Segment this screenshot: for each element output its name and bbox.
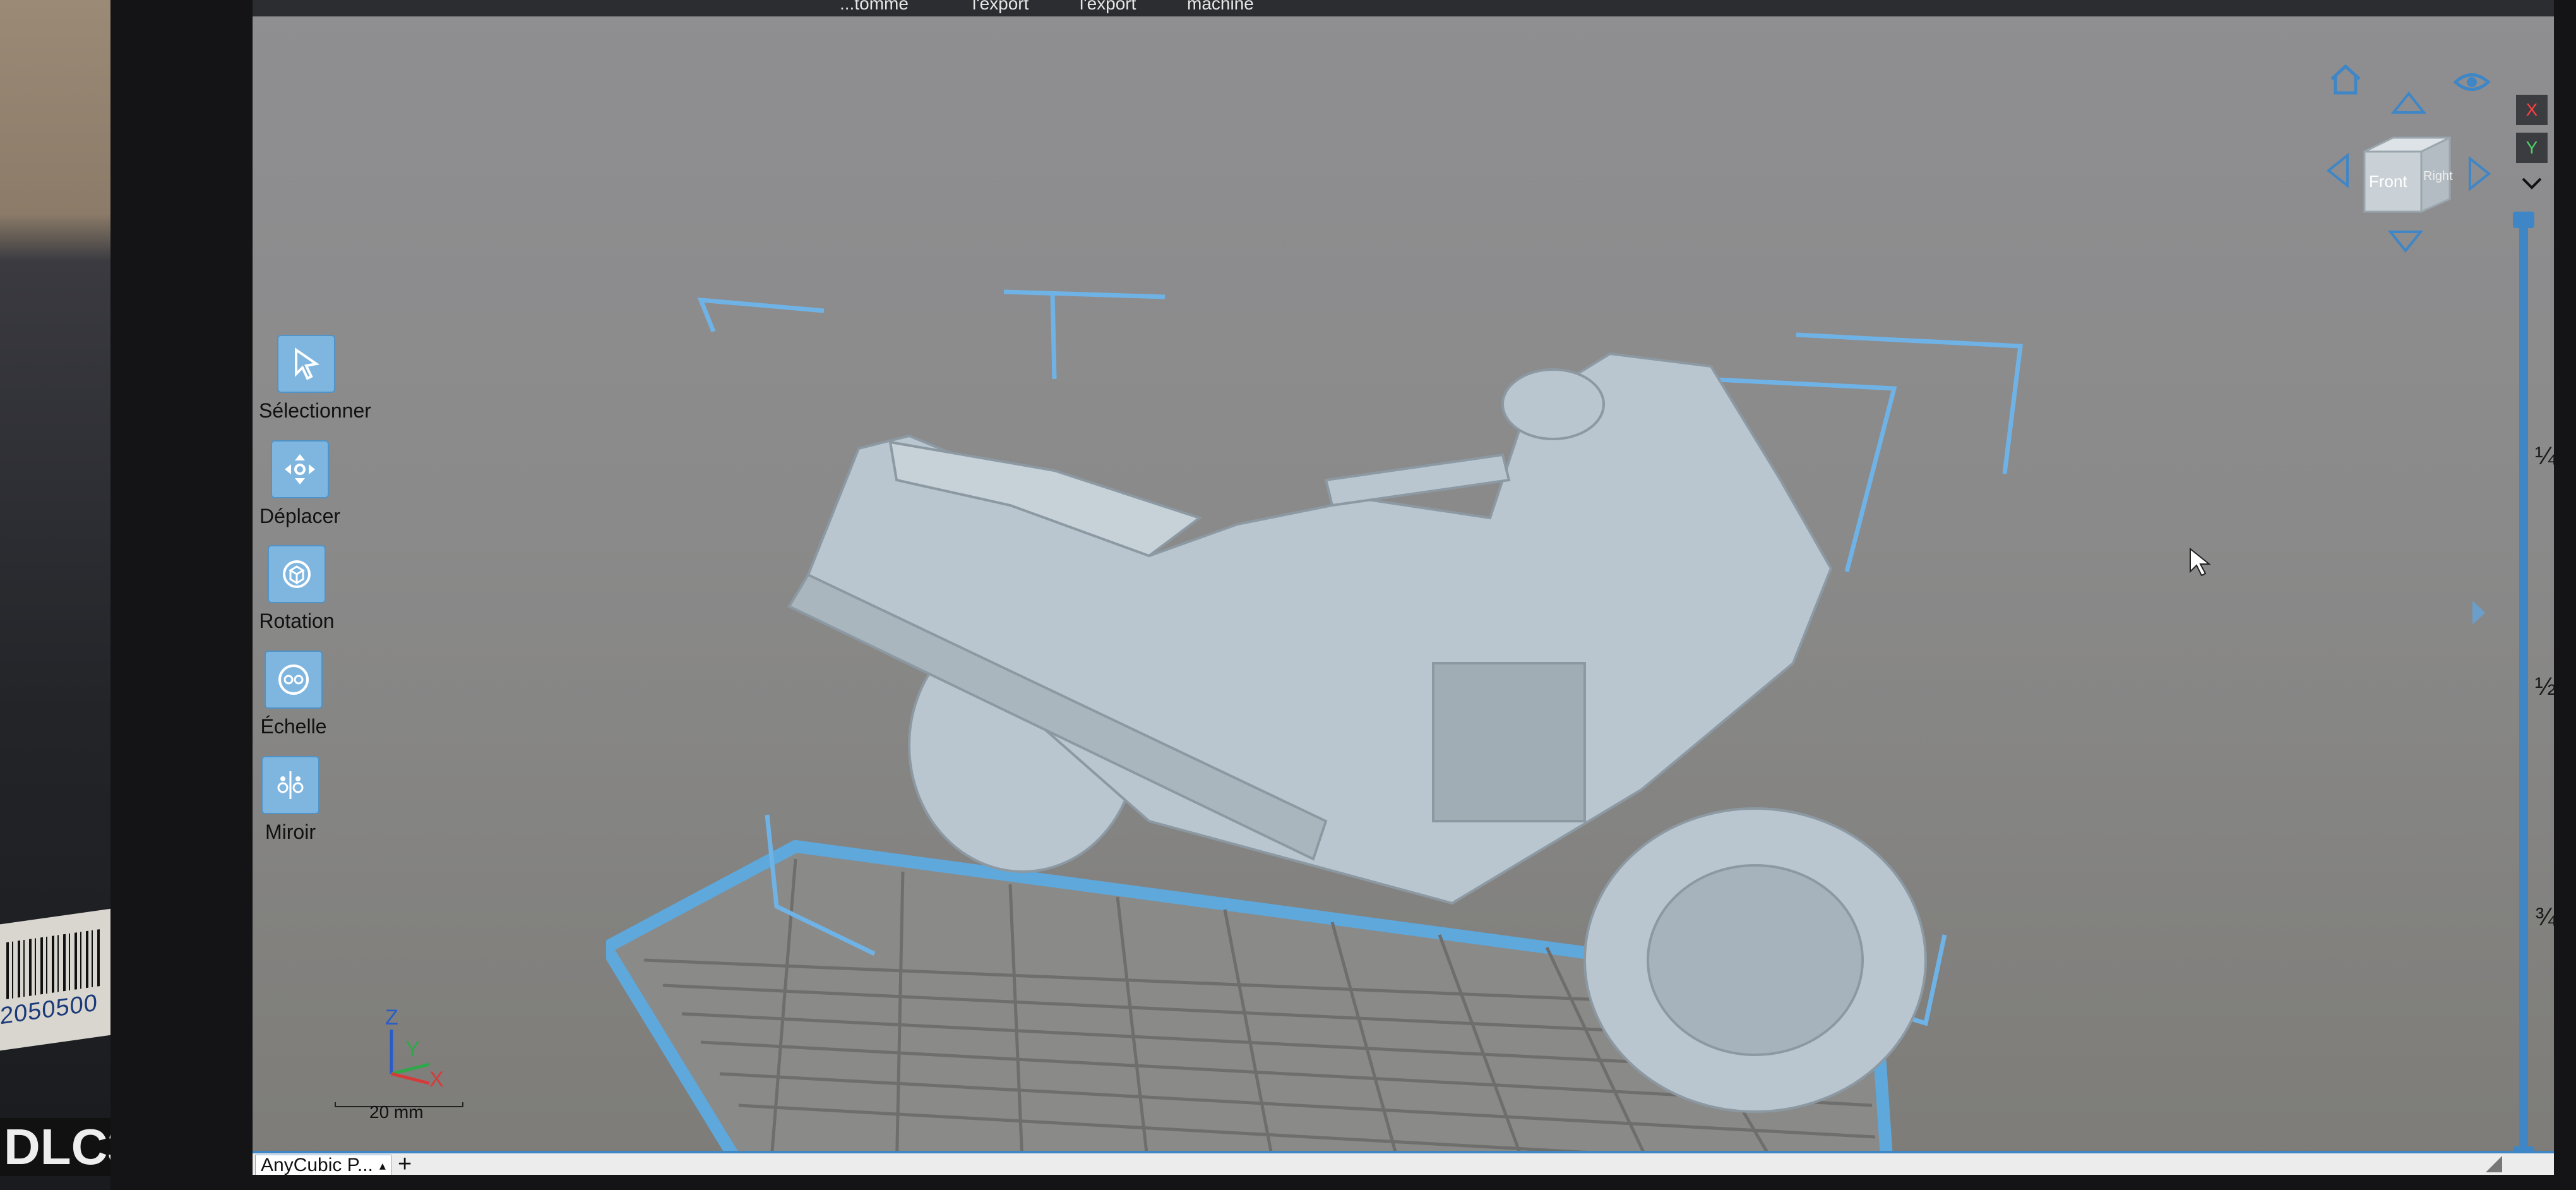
- scale-icon[interactable]: [265, 651, 323, 709]
- rotate-icon[interactable]: [268, 545, 326, 603]
- layer-mark-three-quarter: ¾: [2535, 903, 2554, 931]
- model-motorcycle[interactable]: [787, 352, 1927, 1113]
- mirror-icon[interactable]: [261, 756, 319, 814]
- tool-scale[interactable]: Échelle: [253, 651, 341, 738]
- axes-gizmo: Z Y X: [385, 1006, 444, 1091]
- add-machine-button[interactable]: +: [398, 1151, 412, 1175]
- layer-mark-half: ½: [2535, 673, 2554, 700]
- slicer-window: ...tomme l'export l'export machine Sélec…: [253, 0, 2554, 1175]
- handlebar: [1324, 453, 1511, 507]
- tool-mirror[interactable]: Miroir: [253, 756, 338, 844]
- sort-arrows-icon: ▴: [379, 1158, 386, 1173]
- layer-mark-quarter: ¼: [2535, 442, 2554, 470]
- layer-slider-top-handle[interactable]: [2513, 212, 2534, 228]
- axis-x-label: X: [429, 1067, 444, 1091]
- engine: [1432, 662, 1586, 822]
- machine-select-value: AnyCubic P...: [261, 1155, 373, 1175]
- view-cube-front-label: Front: [2369, 172, 2407, 191]
- tool-select[interactable]: Sélectionner: [259, 335, 371, 423]
- visibility-eye-icon[interactable]: [2453, 66, 2491, 98]
- layer-slider[interactable]: [2519, 218, 2528, 1159]
- move-cross-icon[interactable]: [271, 440, 329, 498]
- front-brake-disc: [1647, 864, 1864, 1056]
- axis-y-label: Y: [405, 1037, 420, 1061]
- view-up-arrow-icon[interactable]: [2390, 88, 2428, 117]
- view-down-arrow-icon[interactable]: [2387, 227, 2424, 256]
- mirror: [1501, 368, 1605, 440]
- viewport[interactable]: [253, 0, 2554, 1175]
- axis-z-label: Z: [385, 1006, 398, 1030]
- machine-select[interactable]: AnyCubic P... ▴: [255, 1155, 391, 1175]
- resize-grip-icon[interactable]: [2484, 1155, 2503, 1174]
- scale-bar-label: 20 mm: [369, 1102, 424, 1122]
- home-view-icon[interactable]: [2327, 60, 2364, 98]
- view-right-arrow-icon[interactable]: [2466, 155, 2494, 193]
- tool-rotate-label: Rotation: [259, 610, 335, 632]
- axis-tag-y: Y: [2516, 133, 2548, 163]
- tool-move[interactable]: Déplacer: [253, 440, 347, 528]
- barcode-icon: [6, 929, 101, 999]
- tool-scale-label: Échelle: [260, 715, 327, 738]
- panel-expand-arrow-icon[interactable]: [2469, 597, 2488, 628]
- view-left-arrow-icon[interactable]: [2323, 152, 2352, 189]
- tool-move-label: Déplacer: [259, 505, 341, 527]
- axis-tag-x: X: [2516, 95, 2548, 125]
- chevron-down-icon[interactable]: [2519, 174, 2544, 193]
- barcode-label: 2050500: [0, 907, 120, 1051]
- tool-select-label: Sélectionner: [259, 399, 371, 422]
- cursor-arrow-icon[interactable]: [277, 335, 335, 393]
- tool-rotate[interactable]: Rotation: [253, 545, 344, 633]
- bottom-bar: AnyCubic P... ▴ +: [253, 1151, 2554, 1175]
- tool-mirror-label: Miroir: [265, 820, 316, 843]
- mouse-cursor-icon: [2190, 547, 2211, 577]
- view-cube[interactable]: Front Right: [2361, 133, 2453, 213]
- view-cube-right-label: Right: [2423, 169, 2453, 183]
